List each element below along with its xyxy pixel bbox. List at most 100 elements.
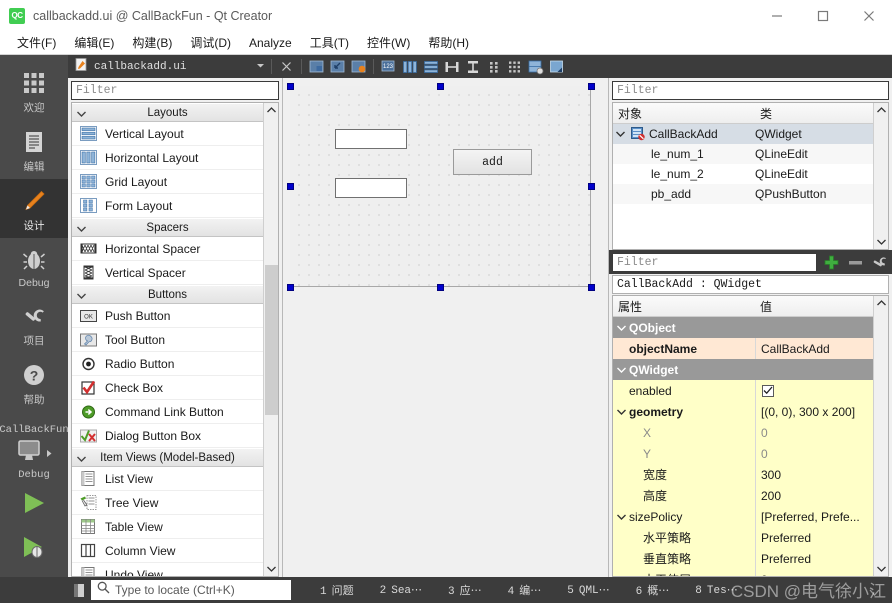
- widget-item-push-button[interactable]: OK Push Button: [72, 304, 263, 328]
- property-value[interactable]: [Preferred, Prefe...: [755, 506, 873, 527]
- layout-grid-icon[interactable]: [505, 57, 524, 76]
- resize-handle-tr[interactable]: [588, 83, 595, 90]
- widget-item-vertical-layout[interactable]: Vertical Layout: [72, 122, 263, 146]
- sidebar-item-help[interactable]: ? 帮助: [0, 353, 68, 412]
- open-documents-combo[interactable]: callbackadd.ui: [71, 57, 266, 76]
- resize-handle-tl[interactable]: [287, 83, 294, 90]
- scroll-up-icon[interactable]: [266, 103, 276, 117]
- menu-widgets[interactable]: 控件(W): [358, 31, 419, 54]
- output-tab-issues[interactable]: 1 问题: [307, 582, 367, 598]
- property-value[interactable]: 0: [755, 443, 873, 464]
- property-value[interactable]: 200: [755, 485, 873, 506]
- menu-debug[interactable]: 调试(D): [181, 31, 240, 54]
- scrollbar-thumb[interactable]: [264, 264, 278, 415]
- widget-item-undo-view[interactable]: Undo View: [72, 563, 263, 576]
- output-pane-toggle-icon[interactable]: [869, 583, 880, 601]
- output-tab-application[interactable]: 3 应⋯: [435, 582, 495, 598]
- output-tab-qml[interactable]: 5 QML⋯: [554, 583, 622, 597]
- property-value[interactable]: 300: [755, 464, 873, 485]
- property-value[interactable]: Preferred: [755, 527, 873, 548]
- property-row-enabled[interactable]: enabled: [613, 380, 873, 401]
- property-row-vertical-policy[interactable]: 垂直策略 Preferred: [613, 548, 873, 569]
- plus-icon[interactable]: [821, 252, 841, 272]
- scroll-down-icon[interactable]: [876, 562, 886, 576]
- class-column-header[interactable]: 类: [755, 105, 772, 122]
- property-value[interactable]: [(0, 0), 300 x 200]: [755, 401, 873, 422]
- widget-item-radio-button[interactable]: Radio Button: [72, 352, 263, 376]
- widget-box-filter[interactable]: Filter: [71, 81, 279, 100]
- table-row[interactable]: le_num_1 QLineEdit: [613, 144, 873, 164]
- property-row-sizepolicy[interactable]: sizePolicy [Preferred, Prefe...: [613, 506, 873, 527]
- property-row-horizontal-policy[interactable]: 水平策略 Preferred: [613, 527, 873, 548]
- sidebar-item-debug[interactable]: Debug: [0, 238, 68, 294]
- form-callbackadd[interactable]: add: [290, 86, 591, 287]
- resize-handle-ml[interactable]: [287, 183, 294, 190]
- sidebar-item-edit[interactable]: 编辑: [0, 120, 68, 179]
- widget-category-layouts[interactable]: Layouts: [72, 103, 263, 122]
- table-row[interactable]: CallBackAdd QWidget: [613, 124, 873, 144]
- layout-horizontal-icon[interactable]: [400, 57, 419, 76]
- form-widget-pb_add[interactable]: add: [453, 149, 532, 175]
- property-column-header[interactable]: 属性: [613, 298, 755, 315]
- menu-edit[interactable]: 编辑(E): [65, 31, 123, 54]
- widget-item-horizontal-spacer[interactable]: Horizontal Spacer: [72, 237, 263, 261]
- resize-handle-tc[interactable]: [437, 83, 444, 90]
- scroll-down-icon[interactable]: [266, 562, 276, 576]
- widget-box-scrollbar[interactable]: [263, 103, 278, 576]
- form-widget-le_num_2[interactable]: [335, 178, 407, 198]
- widget-item-check-box[interactable]: Check Box: [72, 376, 263, 400]
- property-group-qobject[interactable]: QObject: [613, 317, 873, 338]
- property-value[interactable]: 0: [755, 569, 873, 576]
- scroll-up-icon[interactable]: [876, 296, 886, 310]
- widget-item-grid-layout[interactable]: Grid Layout: [72, 170, 263, 194]
- split-editor-icon[interactable]: [307, 57, 326, 76]
- layout-form-icon[interactable]: [484, 57, 503, 76]
- layout-splitter-v-icon[interactable]: [463, 57, 482, 76]
- property-value[interactable]: 0: [755, 422, 873, 443]
- widget-item-tool-button[interactable]: Tool Button: [72, 328, 263, 352]
- wrench-icon[interactable]: [869, 252, 889, 272]
- table-row[interactable]: le_num_2 QLineEdit: [613, 164, 873, 184]
- property-row-y[interactable]: Y 0: [613, 443, 873, 464]
- break-layout-icon[interactable]: [526, 57, 545, 76]
- enabled-checkbox[interactable]: [762, 384, 774, 397]
- start-debugging-button[interactable]: [0, 525, 68, 569]
- menu-file[interactable]: 文件(F): [8, 31, 65, 54]
- resize-handle-mr[interactable]: [588, 183, 595, 190]
- form-widget-le_num_1[interactable]: [335, 129, 407, 149]
- maximize-icon[interactable]: [800, 0, 846, 31]
- property-row-height[interactable]: 高度 200: [613, 485, 873, 506]
- chevron-down-icon[interactable]: [613, 131, 627, 137]
- widget-item-form-layout[interactable]: Form Layout: [72, 194, 263, 218]
- widget-item-dialog-button-box[interactable]: Dialog Button Box: [72, 424, 263, 448]
- property-value[interactable]: CallBackAdd: [755, 338, 873, 359]
- sidebar-item-projects[interactable]: 项目: [0, 294, 68, 353]
- sidebar-item-design[interactable]: 设计: [0, 179, 68, 238]
- output-tab-compile[interactable]: 4 编⋯: [495, 582, 555, 598]
- minus-icon[interactable]: [845, 252, 865, 272]
- minimize-icon[interactable]: [754, 0, 800, 31]
- chevron-down-icon[interactable]: [613, 325, 629, 331]
- kit-project-name[interactable]: CallBackFun: [0, 424, 69, 436]
- widget-item-horizontal-layout[interactable]: Horizontal Layout: [72, 146, 263, 170]
- menu-tools[interactable]: 工具(T): [301, 31, 358, 54]
- property-row-x[interactable]: X 0: [613, 422, 873, 443]
- widget-category-item-views[interactable]: Item Views (Model-Based): [72, 448, 263, 467]
- widget-item-tree-view[interactable]: Tree View: [72, 491, 263, 515]
- chevron-down-icon[interactable]: [255, 58, 266, 76]
- chevron-down-icon[interactable]: [613, 514, 629, 520]
- adjust-size-icon[interactable]: [547, 57, 566, 76]
- run-button[interactable]: [0, 481, 68, 525]
- property-row-geometry[interactable]: geometry [(0, 0), 300 x 200]: [613, 401, 873, 422]
- kit-selector[interactable]: [15, 439, 53, 468]
- property-row-objectname[interactable]: objectName CallBackAdd: [613, 338, 873, 359]
- sidebar-item-welcome[interactable]: 欢迎: [0, 61, 68, 120]
- resize-handle-bc[interactable]: [437, 284, 444, 291]
- layout-vertical-icon[interactable]: [421, 57, 440, 76]
- object-filter[interactable]: Filter: [612, 81, 889, 100]
- locator-input[interactable]: Type to locate (Ctrl+K): [91, 580, 291, 600]
- output-tab-search[interactable]: 2 Sea⋯: [367, 583, 435, 597]
- split-side-by-side-icon[interactable]: [328, 57, 347, 76]
- property-scrollbar[interactable]: [873, 296, 888, 576]
- property-filter[interactable]: Filter: [612, 252, 817, 272]
